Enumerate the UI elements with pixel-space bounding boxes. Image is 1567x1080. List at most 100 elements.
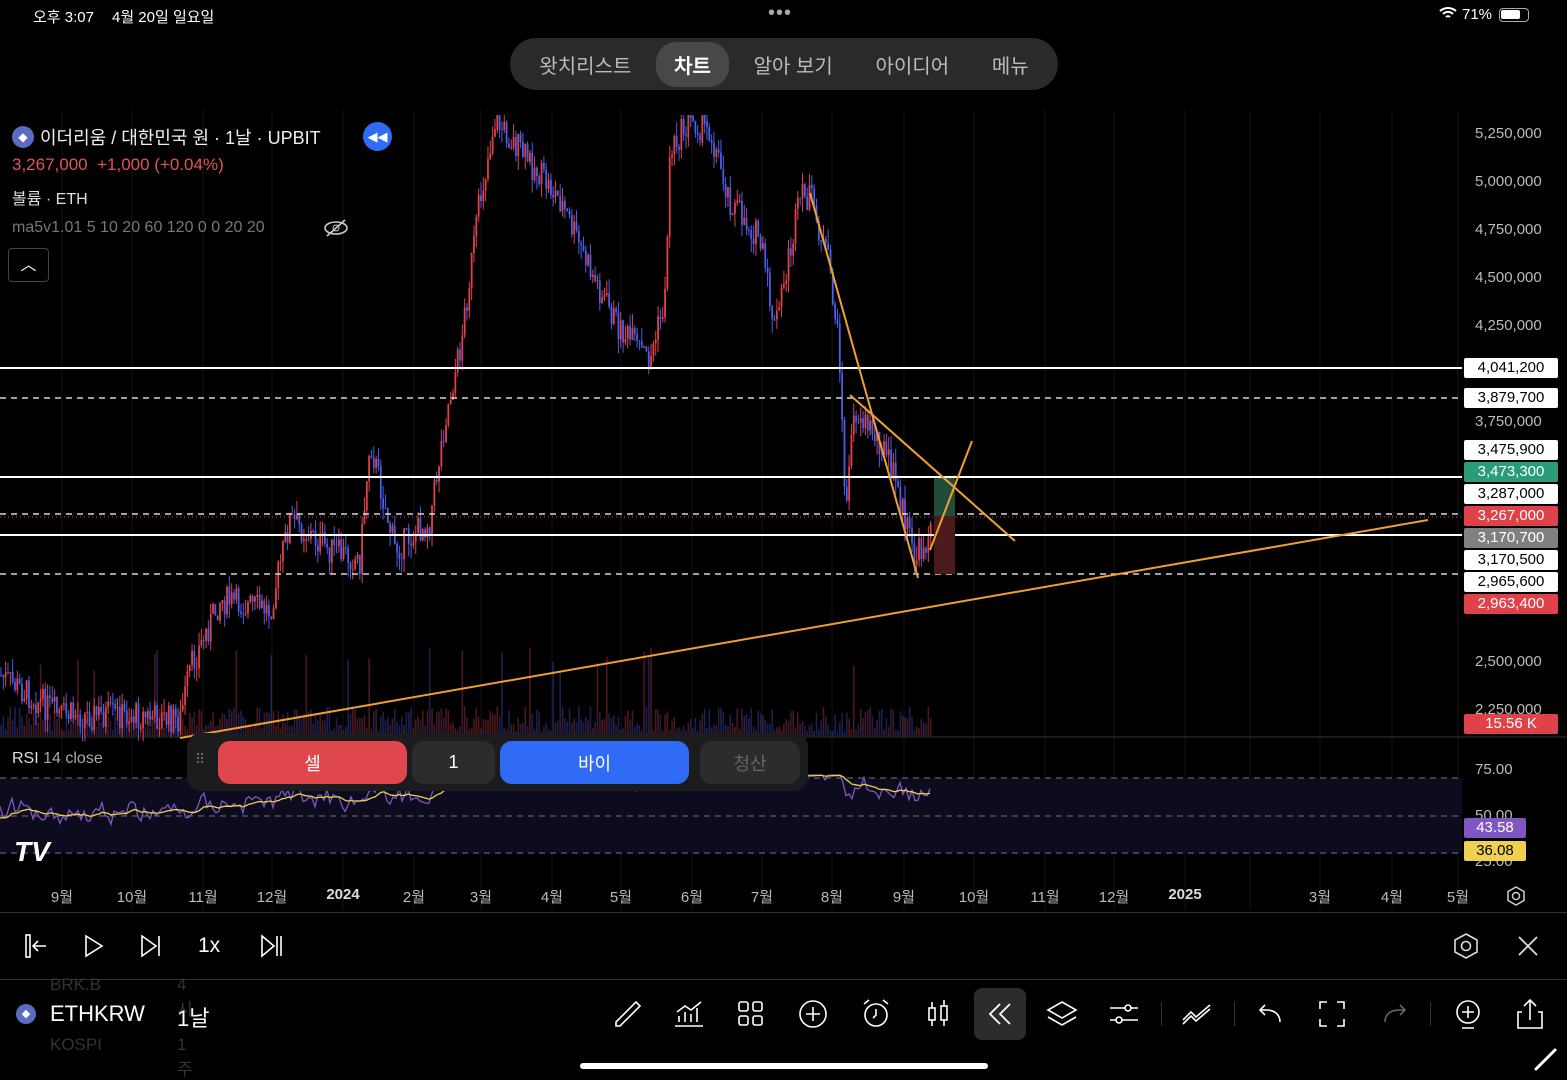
candle-body xyxy=(701,115,704,143)
ethereum-logo-icon: ◆ xyxy=(16,1004,36,1024)
candle-body xyxy=(28,680,30,708)
price-axis-label: 2,500,000 xyxy=(1475,653,1542,670)
volume-bar xyxy=(463,706,466,736)
fullscreen-icon[interactable] xyxy=(1314,996,1350,1032)
next-symbol[interactable]: KOSPI 1주 xyxy=(50,1035,193,1079)
jump-to-realtime-icon[interactable] xyxy=(258,932,286,965)
candle-body xyxy=(796,197,799,210)
volume-bar xyxy=(30,724,33,736)
tab-menu[interactable]: 메뉴 xyxy=(974,42,1047,87)
rsi-legend[interactable]: RSI 14 close xyxy=(12,750,103,768)
candle-body xyxy=(626,325,629,339)
ma-indicator-legend[interactable]: ma5v1.01 5 10 20 60 120 0 0 20 20 xyxy=(12,219,265,237)
replay-icon[interactable] xyxy=(982,996,1018,1032)
tab-ideas[interactable]: 아이디어 xyxy=(858,42,968,87)
candle-body xyxy=(230,592,233,605)
volume-bar xyxy=(35,712,37,736)
prev-symbol[interactable]: BRK.B 4시 xyxy=(50,975,193,1019)
drag-handle-icon[interactable]: ⠿ xyxy=(195,751,205,768)
candle-body xyxy=(487,158,489,179)
layers-icon[interactable] xyxy=(1044,996,1080,1032)
pencil-scribble-icon[interactable] xyxy=(1533,1046,1559,1077)
settings-sliders-icon[interactable] xyxy=(1106,996,1142,1032)
volume-bar xyxy=(133,715,135,736)
candle-body xyxy=(787,248,790,281)
compare-lines-icon[interactable] xyxy=(1179,996,1215,1032)
candle-body xyxy=(554,190,557,198)
candle-body xyxy=(244,613,247,615)
symbol-title[interactable]: 이더리움 / 대한민국 원 · 1날 · UPBIT xyxy=(40,124,321,150)
candle-body xyxy=(468,287,471,311)
volume-bar xyxy=(897,730,899,736)
candle-body xyxy=(235,588,238,600)
multitask-dots-icon[interactable]: ••• xyxy=(768,2,792,25)
volume-bar xyxy=(79,713,82,736)
buy-button[interactable]: 바이 xyxy=(500,741,689,784)
add-alert-plus-icon[interactable] xyxy=(1450,996,1486,1032)
candle-body xyxy=(717,149,720,153)
add-symbol-icon[interactable] xyxy=(795,996,831,1032)
candle-body xyxy=(7,672,9,674)
symbol-ticker[interactable]: ETHKRW xyxy=(50,1001,145,1027)
volume-bar xyxy=(496,706,499,736)
step-forward-icon[interactable] xyxy=(138,932,164,965)
sell-button[interactable]: 셀 xyxy=(218,741,407,784)
play-icon[interactable] xyxy=(82,932,106,965)
candle-body xyxy=(144,711,147,718)
candle-body xyxy=(668,157,671,237)
volume-bar xyxy=(9,706,12,736)
volume-bar xyxy=(123,707,126,736)
interval-selector[interactable]: 1날 xyxy=(177,1001,209,1033)
candle-body xyxy=(918,538,920,561)
candle-body xyxy=(741,200,743,225)
axis-settings-icon[interactable] xyxy=(1505,885,1527,912)
candle-body xyxy=(102,711,105,727)
candle-body xyxy=(170,705,172,733)
volume-bar xyxy=(149,728,151,736)
candle-body xyxy=(333,539,336,546)
indicators-icon[interactable] xyxy=(671,996,707,1032)
replay-jump-to-start-icon[interactable] xyxy=(22,932,50,965)
candle-body xyxy=(130,716,133,722)
replay-settings-icon[interactable] xyxy=(1452,932,1480,965)
candle-body xyxy=(100,706,103,712)
home-indicator[interactable] xyxy=(580,1063,988,1069)
volume-bar xyxy=(578,706,580,736)
close-position-button[interactable]: 청산 xyxy=(700,741,800,784)
volume-legend[interactable]: 볼륨 · ETH xyxy=(12,185,88,209)
candle-body xyxy=(16,678,19,691)
replay-rewind-icon[interactable]: ◀◀ xyxy=(363,122,392,151)
volume-bar xyxy=(0,724,2,736)
candle-body xyxy=(549,179,552,195)
tab-explore[interactable]: 알아 보기 xyxy=(736,42,851,87)
candle-type-icon[interactable] xyxy=(920,996,956,1032)
eye-hidden-icon[interactable] xyxy=(323,218,349,243)
tab-chart[interactable]: 차트 xyxy=(656,41,729,87)
candle-body xyxy=(657,316,659,340)
candle-body xyxy=(494,129,496,137)
time-axis-label: 2025 xyxy=(1168,886,1202,903)
volume-bar xyxy=(703,708,706,736)
undo-icon[interactable] xyxy=(1252,996,1288,1032)
tab-watchlist[interactable]: 왓치리스트 xyxy=(521,42,649,87)
quantity-input[interactable]: 1 xyxy=(412,741,495,784)
volume-bar xyxy=(650,647,652,736)
collapse-legend-button[interactable]: ︿ xyxy=(8,248,49,282)
candle-body xyxy=(382,498,385,509)
alert-clock-icon[interactable] xyxy=(858,996,894,1032)
replay-speed-button[interactable]: 1x xyxy=(198,934,220,958)
volume-bar xyxy=(63,730,65,736)
volume-bar xyxy=(815,713,818,736)
share-icon[interactable] xyxy=(1512,996,1548,1032)
drawing-pen-icon[interactable] xyxy=(610,996,646,1032)
candle-body xyxy=(524,144,527,157)
volume-bar xyxy=(841,713,843,736)
volume-bar xyxy=(850,729,853,736)
time-axis-label: 9월 xyxy=(892,889,916,906)
redo-icon[interactable] xyxy=(1377,996,1413,1032)
layout-grid-icon[interactable] xyxy=(733,996,769,1032)
candle-body xyxy=(722,169,725,185)
volume-bar xyxy=(915,726,918,736)
volume-bar xyxy=(501,652,503,736)
close-replay-icon[interactable] xyxy=(1515,933,1541,964)
